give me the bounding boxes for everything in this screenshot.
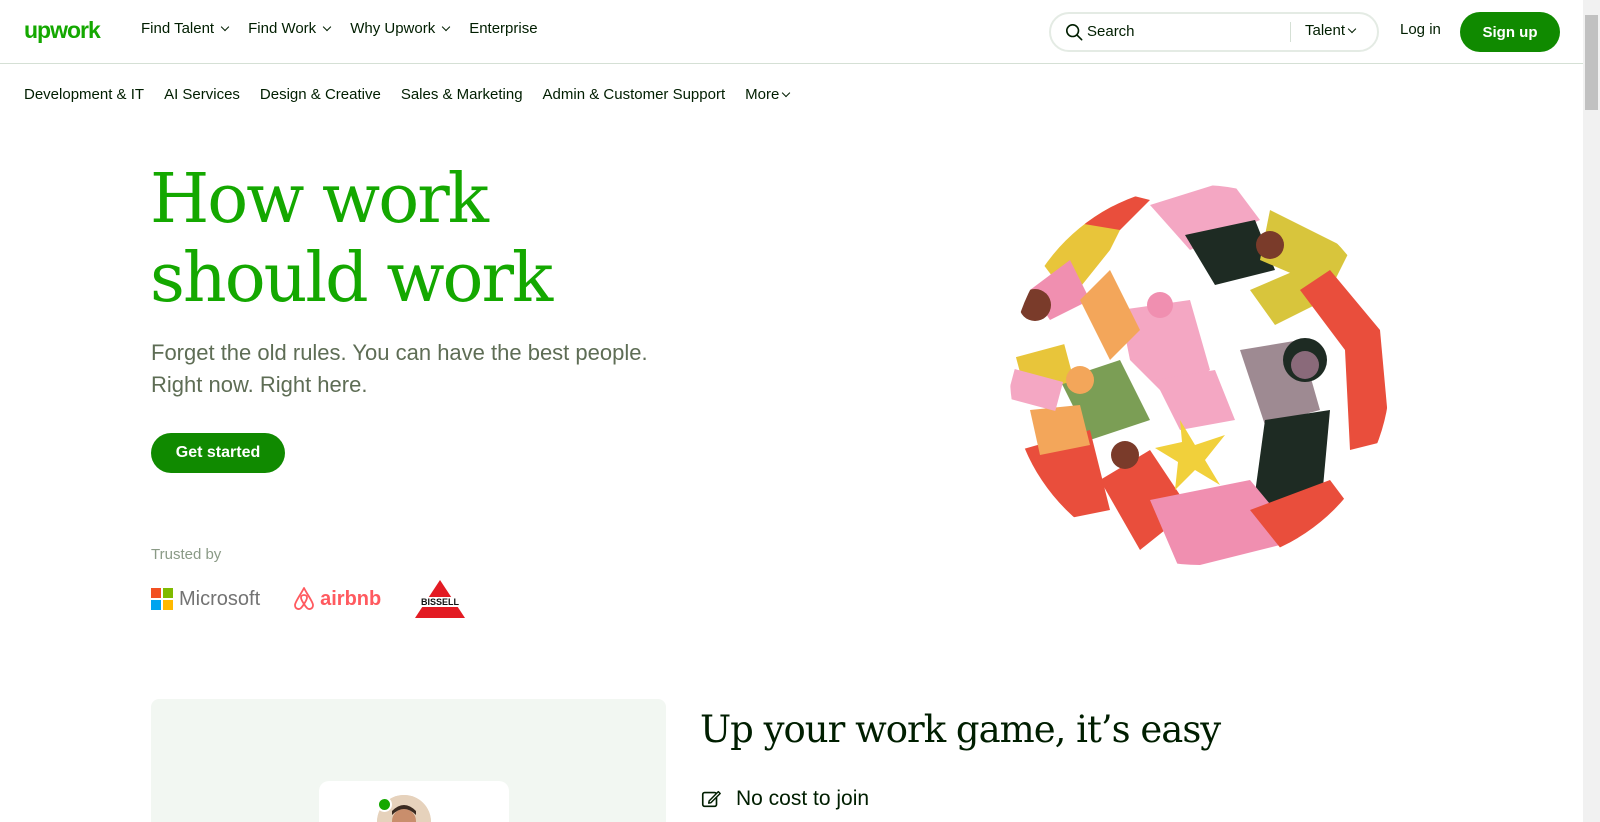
category-more-label: More (745, 86, 780, 103)
microsoft-logo-text: Microsoft (179, 587, 261, 610)
search-scope-dropdown[interactable]: Talent (1305, 22, 1357, 39)
section-title: Up your work game, it’s easy (700, 708, 1221, 751)
hero-title-line-2: should work (150, 239, 553, 318)
page-scrollbar[interactable] (1583, 0, 1600, 822)
top-header: upwork Find Talent Find Work Why Upwork … (0, 0, 1583, 64)
airbnb-logo-text: airbnb (320, 587, 382, 610)
microsoft-grid-icon (151, 588, 173, 610)
trusted-by-label: Trusted by (151, 546, 222, 563)
hero-illustration (1010, 185, 1390, 565)
nav-find-talent[interactable]: Find Talent (141, 20, 230, 37)
bissell-logo-text: BISSELL (421, 597, 460, 607)
search-input[interactable] (1087, 23, 1327, 40)
nav-find-talent-label: Find Talent (141, 20, 215, 37)
category-sales-marketing[interactable]: Sales & Marketing (401, 86, 523, 103)
page: upwork Find Talent Find Work Why Upwork … (0, 0, 1583, 822)
upwork-logo[interactable]: upwork (24, 17, 101, 44)
hero-title: How work should work (150, 160, 690, 318)
airbnb-belo-icon (294, 587, 315, 610)
feature-image-panel (151, 699, 666, 822)
chevron-down-icon (782, 88, 791, 98)
chevron-down-icon (441, 22, 451, 32)
signup-button[interactable]: Sign up (1460, 12, 1560, 52)
category-more[interactable]: More (745, 86, 791, 103)
category-development-it[interactable]: Development & IT (24, 86, 144, 103)
hero-subtitle: Forget the old rules. You can have the b… (151, 340, 648, 397)
nav-why-upwork-label: Why Upwork (350, 20, 436, 37)
microsoft-logo: Microsoft (151, 588, 260, 611)
nav-find-work-label: Find Work (248, 20, 317, 37)
trusted-logos: Microsoft airbnb BISSELL (151, 580, 468, 618)
search-scope-label: Talent (1305, 22, 1346, 39)
main-nav: Find Talent Find Work Why Upwork Enterpr… (141, 20, 538, 37)
nav-find-work[interactable]: Find Work (248, 20, 332, 37)
category-design-creative[interactable]: Design & Creative (260, 86, 381, 103)
chevron-down-icon (322, 22, 332, 32)
feature-no-cost: No cost to join (700, 787, 869, 811)
bissell-logo: BISSELL (413, 580, 468, 618)
nav-why-upwork[interactable]: Why Upwork (350, 20, 451, 37)
feature-no-cost-label: No cost to join (736, 787, 870, 810)
login-label: Log in (1400, 21, 1441, 38)
scrollbar-thumb[interactable] (1585, 15, 1598, 110)
search-box: Talent (1049, 12, 1379, 52)
category-admin-support[interactable]: Admin & Customer Support (543, 86, 726, 103)
online-status-dot (377, 797, 392, 812)
nav-enterprise[interactable]: Enterprise (469, 20, 537, 37)
chevron-down-icon (1347, 24, 1357, 34)
category-bar: Development & IT AI Services Design & Cr… (24, 86, 791, 103)
profile-card (319, 781, 509, 822)
nav-enterprise-label: Enterprise (469, 20, 538, 37)
search-divider (1290, 22, 1291, 42)
get-started-button[interactable]: Get started (151, 433, 285, 473)
category-ai-services[interactable]: AI Services (164, 86, 240, 103)
airbnb-logo: airbnb (292, 586, 381, 612)
login-link[interactable]: Log in (1400, 21, 1441, 38)
search-icon[interactable] (1065, 23, 1083, 41)
logo-text: upwork (24, 17, 101, 43)
chevron-down-icon (220, 22, 230, 32)
hero-title-line-1: How work (150, 160, 489, 239)
edit-icon (701, 790, 721, 808)
